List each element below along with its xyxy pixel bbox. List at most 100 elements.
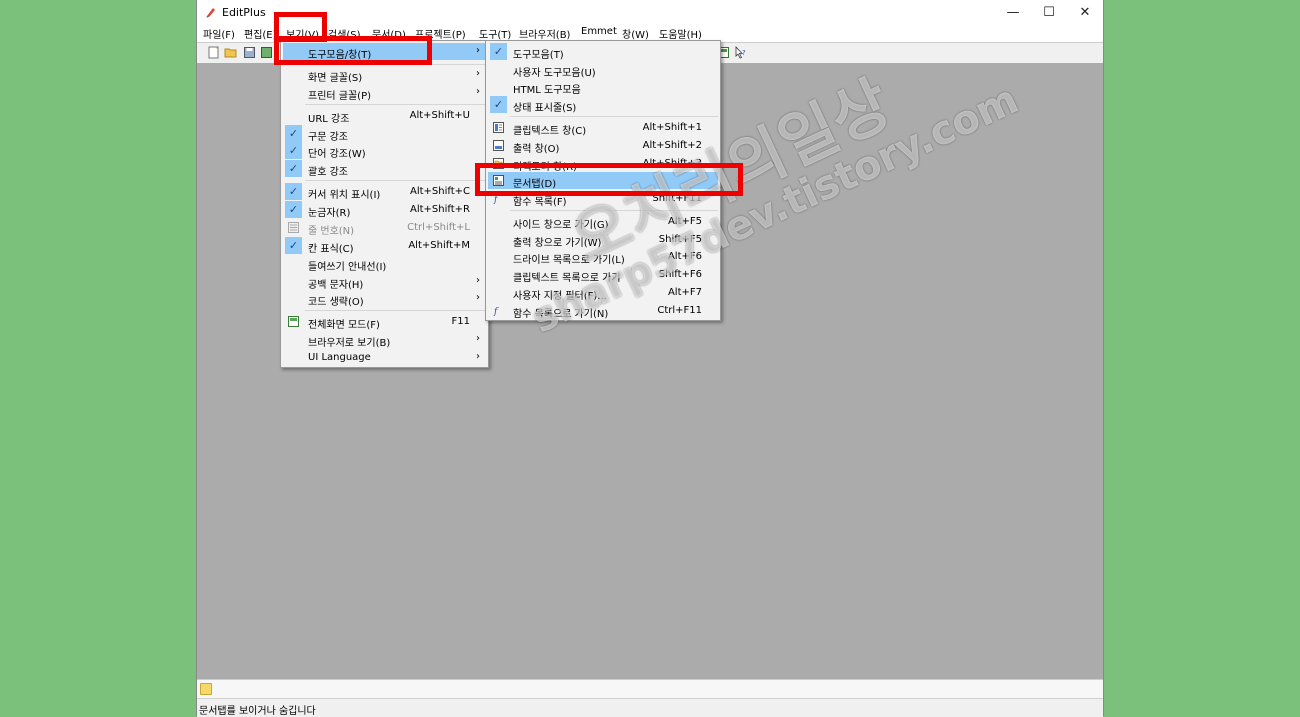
menu-item-label: 도구모음(T) (513, 50, 564, 61)
editplus-app-icon (206, 8, 215, 18)
menu-item-label: 화면 글꼴(S) (308, 73, 363, 84)
menu-separator (510, 210, 718, 211)
check-icon: ✓ (490, 43, 507, 60)
view-menu-item-code-folding[interactable]: 코드 생략(O) › (283, 290, 486, 308)
check-icon: ✓ (285, 125, 302, 142)
menu-separator (510, 116, 718, 117)
view-menu-item-word-highlight[interactable]: ✓ 단어 강조(W) (283, 142, 486, 160)
maximize-button[interactable]: ☐ (1031, 0, 1067, 24)
document-tab-icon[interactable] (200, 683, 212, 695)
submenu-arrow-icon: › (476, 68, 480, 79)
menu-item-label: 코드 생략(O) (308, 297, 364, 308)
menu-item-shortcut: Shift+F5 (658, 234, 702, 245)
menu-item-label: URL 강조 (308, 114, 350, 125)
menu-item-shortcut: Alt+Shift+M (408, 240, 470, 251)
output-window-icon (493, 140, 504, 151)
view-menu-item-whitespace[interactable]: 공백 문자(H) › (283, 273, 486, 291)
menu-file[interactable]: 파일(F) (203, 26, 235, 41)
view-menu-item-ruler[interactable]: ✓ 눈금자(R) Alt+Shift+R (283, 201, 486, 219)
menu-item-shortcut: Shift+F6 (658, 269, 702, 280)
menu-item-label: UI Language (308, 352, 371, 363)
view-menu-item-bracket-highlight[interactable]: ✓ 괄호 강조 (283, 160, 486, 178)
save-all-icon[interactable] (260, 46, 273, 59)
menu-emmet[interactable]: Emmet (581, 26, 617, 37)
view-menu-item-column-marker[interactable]: ✓ 칸 표식(C) Alt+Shift+M (283, 237, 486, 255)
check-icon: ✓ (285, 142, 302, 159)
submenu-item-custom-filter[interactable]: 사용자 지정 필터(F)... Alt+F7 (488, 284, 718, 302)
menu-tools[interactable]: 도구(T) (479, 26, 511, 41)
submenu-arrow-icon: › (476, 86, 480, 97)
menu-item-label: 커서 위치 표시(I) (308, 190, 381, 201)
minimize-button[interactable]: — (995, 0, 1031, 24)
submenu-item-go-function-list[interactable]: f 함수 목록으로 가기(N) Ctrl+F11 (488, 302, 718, 320)
menu-item-label: 출력 창으로 가기(W) (513, 238, 602, 249)
open-folder-icon[interactable] (224, 46, 237, 59)
view-menu-item-view-in-browser[interactable]: 브라우저로 보기(B) › (283, 331, 486, 349)
menu-item-shortcut: Alt+Shift+1 (642, 122, 702, 133)
view-menu-item-line-numbers[interactable]: 줄 번호(N) Ctrl+Shift+L (283, 219, 486, 237)
status-bar: 문서탭를 보이거나 숨깁니다 (197, 698, 1103, 717)
menu-item-shortcut: Alt+Shift+C (409, 186, 470, 197)
new-file-icon[interactable] (207, 46, 220, 59)
submenu-arrow-icon: › (476, 292, 480, 303)
check-icon: ✓ (285, 237, 302, 254)
menu-browser[interactable]: 브라우저(B) (519, 26, 570, 41)
annotation-box-document-tabs (475, 163, 743, 196)
svg-text:?: ? (742, 49, 746, 57)
menu-separator (305, 310, 486, 311)
context-help-icon[interactable]: ? (734, 46, 747, 59)
menu-item-label: 단어 강조(W) (308, 149, 366, 160)
document-tab-bar (197, 679, 1103, 699)
submenu-item-toolbar[interactable]: ✓ 도구모음(T) (488, 43, 718, 61)
menu-item-label: 줄 번호(N) (308, 226, 355, 237)
check-icon: ✓ (285, 160, 302, 177)
line-numbers-icon (288, 222, 299, 233)
view-menu-item-url-highlight[interactable]: URL 강조 Alt+Shift+U (283, 107, 486, 125)
view-menu-item-cursor-position[interactable]: ✓ 커서 위치 표시(I) Alt+Shift+C (283, 183, 486, 201)
view-menu-item-screen-font[interactable]: 화면 글꼴(S) › (283, 66, 486, 84)
submenu-item-go-side-window[interactable]: 사이드 창으로 가기(G) Alt+F5 (488, 213, 718, 231)
submenu-item-status-bar[interactable]: ✓ 상태 표시줄(S) (488, 96, 718, 114)
submenu-item-go-output-window[interactable]: 출력 창으로 가기(W) Shift+F5 (488, 231, 718, 249)
menu-item-label: 클립텍스트 목록으로 가기 (513, 273, 621, 284)
view-menu-item-fullscreen[interactable]: 전체화면 모드(F) F11 (283, 313, 486, 331)
view-menu-item-ui-language[interactable]: UI Language › (283, 349, 486, 366)
menu-help[interactable]: 도움말(H) (659, 26, 702, 41)
close-button[interactable]: ✕ (1067, 0, 1103, 24)
submenu-item-cliptext-window[interactable]: 클립텍스트 창(C) Alt+Shift+1 (488, 119, 718, 137)
submenu-item-go-cliptext-list[interactable]: 클립텍스트 목록으로 가기 Shift+F6 (488, 266, 718, 284)
menu-item-label: 들여쓰기 안내선(I) (308, 262, 387, 273)
submenu-arrow-icon: › (476, 333, 480, 344)
function-list-icon: f (493, 307, 499, 316)
menu-item-label: 구문 강조 (308, 132, 348, 143)
submenu-item-go-drive-list[interactable]: 드라이브 목록으로 가기(L) Alt+F6 (488, 248, 718, 266)
check-icon: ✓ (490, 96, 507, 113)
view-menu-item-printer-font[interactable]: 프린터 글꼴(P) › (283, 84, 486, 102)
fullscreen-icon (288, 316, 299, 327)
menu-item-label: 출력 창(O) (513, 144, 560, 155)
menu-item-label: 눈금자(R) (308, 208, 351, 219)
menu-item-shortcut: Ctrl+Shift+L (407, 222, 470, 233)
submenu-item-user-toolbar[interactable]: 사용자 도구모음(U) (488, 61, 718, 79)
menu-window[interactable]: 창(W) (622, 26, 649, 41)
menu-item-shortcut: Alt+Shift+2 (642, 140, 702, 151)
menu-item-label: HTML 도구모음 (513, 85, 581, 96)
submenu-item-html-toolbar[interactable]: HTML 도구모음 (488, 78, 718, 96)
submenu-arrow-icon: › (476, 351, 480, 362)
menu-item-label: 괄호 강조 (308, 167, 348, 178)
menu-item-label: 드라이브 목록으로 가기(L) (513, 255, 625, 266)
menu-item-label: 함수 목록으로 가기(N) (513, 309, 609, 320)
check-icon: ✓ (285, 183, 302, 200)
view-menu-item-syntax-highlight[interactable]: ✓ 구문 강조 (283, 125, 486, 143)
save-icon[interactable] (243, 46, 256, 59)
svg-text:f: f (493, 307, 499, 316)
menu-item-label: 공백 문자(H) (308, 280, 364, 291)
menu-item-shortcut: F11 (451, 316, 470, 327)
menu-item-shortcut: Alt+Shift+R (410, 204, 470, 215)
check-icon: ✓ (285, 201, 302, 218)
annotation-box-toolbars-item (274, 36, 432, 65)
menu-item-label: 사용자 지정 필터(F)... (513, 291, 607, 302)
view-menu-item-indent-guides[interactable]: 들여쓰기 안내선(I) (283, 255, 486, 273)
menu-edit[interactable]: 편집(E) (244, 26, 277, 41)
submenu-item-output-window[interactable]: 출력 창(O) Alt+Shift+2 (488, 137, 718, 155)
